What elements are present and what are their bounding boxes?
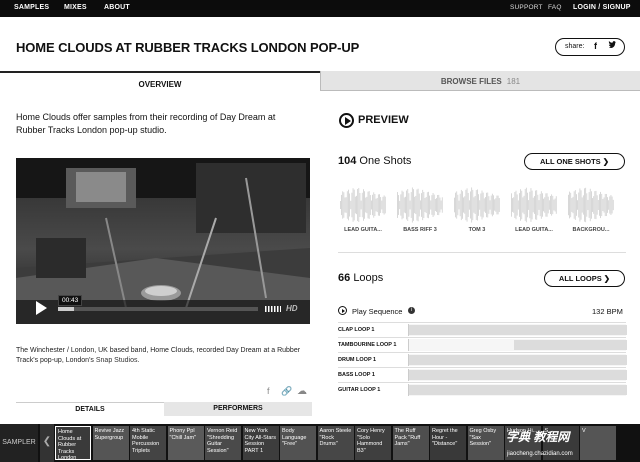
- share-button[interactable]: share: f: [555, 38, 625, 56]
- loop-row[interactable]: TAMBOURINE LOOP 1: [338, 337, 627, 351]
- link-icon[interactable]: 🔗: [281, 386, 292, 397]
- loops-label: Loops: [353, 272, 384, 284]
- loop-name: DRUM LOOP 1: [338, 357, 377, 363]
- strip-prev-icon[interactable]: ❮: [40, 424, 54, 462]
- tab-details[interactable]: DETAILS: [16, 402, 164, 416]
- sampler-thumb[interactable]: The Ruff Pack "Ruff Jams": [392, 426, 429, 460]
- preview-play-icon[interactable]: [339, 113, 354, 128]
- one-shots-heading: 104 One Shots: [338, 155, 411, 167]
- caption-text: The Winchester / London, UK based band, …: [16, 347, 301, 364]
- sampler-thumb[interactable]: Vernon Reid "Shredding Guitar Session": [205, 426, 241, 460]
- waveform-icon: [454, 187, 500, 223]
- one-shots-label: One Shots: [359, 155, 412, 167]
- nav-faq[interactable]: FAQ: [548, 4, 562, 11]
- one-shot-item[interactable]: TOM 3: [452, 187, 502, 237]
- browse-count: 181: [506, 77, 521, 86]
- sampler-thumb[interactable]: Home Clouds at Rubber Tracks London: [55, 426, 91, 460]
- top-nav: SAMPLES MIXES ABOUT SUPPORT FAQ LOGIN / …: [0, 0, 640, 17]
- facebook-icon[interactable]: f: [594, 41, 597, 51]
- loops-heading: 66 Loops: [338, 272, 383, 284]
- hd-badge[interactable]: HD: [286, 304, 298, 313]
- play-sequence-icon[interactable]: [338, 306, 347, 315]
- twitter-icon[interactable]: [608, 41, 617, 52]
- loop-name: BASS LOOP 1: [338, 372, 375, 378]
- one-shot-label: TOM 3: [468, 227, 486, 233]
- one-shot-item[interactable]: LEAD GUITA...: [338, 187, 388, 237]
- waveform-icon: [511, 187, 557, 223]
- sampler-thumb[interactable]: Phony Ppl "Chill Jam": [167, 426, 204, 460]
- one-shot-item[interactable]: BACKGROU...: [566, 187, 616, 237]
- page-title: HOME CLOUDS AT RUBBER TRACKS LONDON POP-…: [16, 40, 360, 55]
- volume-icon[interactable]: [265, 306, 281, 312]
- play-icon[interactable]: [36, 301, 47, 315]
- nav-login[interactable]: LOGIN / SIGNUP: [573, 4, 631, 11]
- loop-row[interactable]: CLAP LOOP 1: [338, 322, 627, 336]
- one-shot-item[interactable]: LEAD GUITA...: [509, 187, 559, 237]
- caption-link[interactable]: Snap Studios: [96, 357, 138, 364]
- one-shot-label: LEAD GUITA...: [515, 227, 553, 233]
- sampler-thumb[interactable]: Aaron Steele "Rock Drums": [317, 426, 354, 460]
- video-progress-fill: [58, 307, 74, 311]
- divider: [338, 252, 626, 253]
- soundcloud-icon[interactable]: ☁: [297, 386, 307, 397]
- waveform-icon: [568, 187, 614, 223]
- loop-block: [409, 370, 627, 380]
- sampler-thumb[interactable]: 4th Static Mobile Percussion Triplets: [130, 426, 166, 460]
- play-sequence-label[interactable]: Play Sequence: [352, 307, 402, 316]
- loop-lane[interactable]: [408, 354, 627, 366]
- nav-support[interactable]: SUPPORT: [510, 4, 543, 11]
- one-shots-count: 104: [338, 155, 357, 167]
- preview-heading: PREVIEW: [358, 114, 409, 126]
- loop-lane[interactable]: [408, 324, 627, 336]
- loop-name: GUITAR LOOP 1: [338, 387, 381, 393]
- loop-lane[interactable]: [408, 369, 627, 381]
- bpm-label: 132 BPM: [592, 307, 623, 316]
- info-icon[interactable]: i: [408, 307, 415, 314]
- video-time: 00:43: [58, 295, 83, 306]
- sampler-thumb[interactable]: Cory Henry "Solo Hammond B3": [355, 426, 391, 460]
- nav-samples[interactable]: SAMPLES: [14, 4, 49, 11]
- watermark-url: jiaocheng.chazidian.com: [507, 451, 573, 457]
- loop-lane[interactable]: [408, 384, 627, 396]
- waveform-icon: [340, 187, 386, 223]
- loop-row[interactable]: BASS LOOP 1: [338, 367, 627, 381]
- tab-performers[interactable]: PERFORMERS: [164, 402, 312, 416]
- tab-browse-files[interactable]: BROWSE FILES 181: [320, 71, 640, 91]
- loop-block: [409, 355, 627, 365]
- description: Home Clouds offer samples from their rec…: [16, 112, 276, 135]
- tab-overview[interactable]: OVERVIEW: [0, 71, 320, 93]
- caption-end: .: [137, 357, 140, 364]
- loop-block: [409, 385, 627, 395]
- nav-mixes[interactable]: MIXES: [64, 4, 87, 11]
- watermark: 字典 教程网: [506, 430, 570, 444]
- sampler-label[interactable]: SAMPLER: [0, 424, 38, 462]
- sampler-thumb[interactable]: New York City All-Stars Session PART 1: [242, 426, 279, 460]
- loops-count: 66: [338, 272, 351, 284]
- loop-lane[interactable]: [408, 339, 627, 351]
- one-shot-label: BACKGROU...: [572, 227, 610, 233]
- all-loops-button[interactable]: ALL LOOPS ❯: [544, 270, 625, 287]
- sampler-thumb[interactable]: Greg Osby "Sax Session": [467, 426, 504, 460]
- video-progress[interactable]: [58, 307, 258, 311]
- waveform-icon: [397, 187, 443, 223]
- sampler-thumb[interactable]: Revive Jazz Supergroup: [92, 426, 129, 460]
- loop-name: TAMBOURINE LOOP 1: [338, 342, 397, 348]
- one-shot-label: LEAD GUITA...: [344, 227, 382, 233]
- sampler-thumb[interactable]: Body Language "Free": [280, 426, 316, 460]
- video-caption: The Winchester / London, UK based band, …: [16, 346, 312, 366]
- one-shot-item[interactable]: BASS RIFF 3: [395, 187, 445, 237]
- all-one-shots-button[interactable]: ALL ONE SHOTS ❯: [524, 153, 625, 170]
- share-label: share:: [565, 43, 585, 50]
- one-shot-label: BASS RIFF 3: [403, 227, 437, 233]
- tab-browse-label: BROWSE FILES: [440, 77, 502, 86]
- loop-block: [514, 340, 627, 350]
- loop-block: [409, 325, 627, 335]
- sampler-thumb[interactable]: Regret the Hour - "Distance": [430, 426, 466, 460]
- sampler-thumb[interactable]: V: [580, 426, 616, 460]
- loop-row[interactable]: GUITAR LOOP 1: [338, 382, 627, 396]
- loop-row[interactable]: DRUM LOOP 1: [338, 352, 627, 366]
- nav-about[interactable]: ABOUT: [104, 4, 130, 11]
- loop-name: CLAP LOOP 1: [338, 327, 375, 333]
- facebook-share-icon[interactable]: f: [267, 386, 270, 396]
